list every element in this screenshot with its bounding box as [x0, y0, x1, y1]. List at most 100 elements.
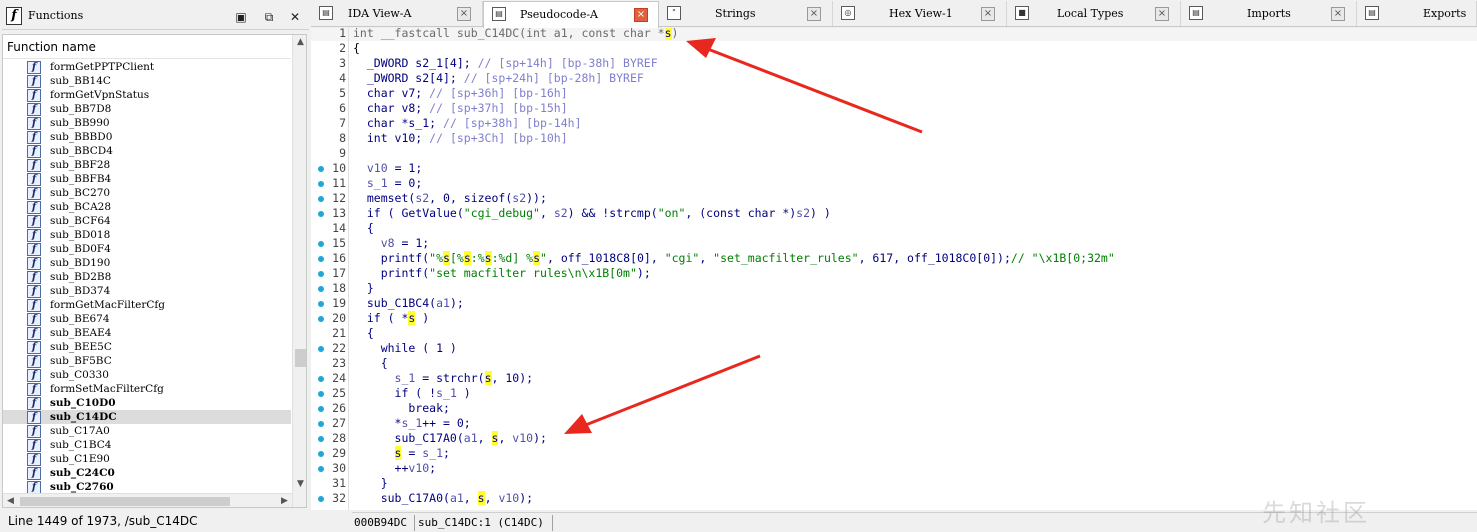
- horizontal-scroll-thumb[interactable]: [20, 497, 230, 506]
- tab-close-icon[interactable]: ×: [1155, 7, 1169, 21]
- restore-icon[interactable]: ⧉: [262, 10, 276, 24]
- breakpoint-dot-icon[interactable]: [318, 286, 324, 292]
- breakpoint-dot-icon[interactable]: [318, 196, 324, 202]
- tab-pseudocode-a[interactable]: ▤ Pseudocode-A ×: [483, 1, 659, 28]
- function-list-item[interactable]: f sub_BBCD4: [3, 144, 291, 158]
- breakpoint-dot-icon[interactable]: [318, 376, 324, 382]
- breakpoint-dot-icon[interactable]: [318, 436, 324, 442]
- function-list-item[interactable]: f sub_BD0F4: [3, 242, 291, 256]
- tab-ida-view-a[interactable]: ▤ IDA View-A ×: [311, 1, 483, 26]
- function-list-item[interactable]: f sub_C2760: [3, 480, 291, 494]
- function-list-item[interactable]: f sub_BD2B8: [3, 270, 291, 284]
- code-line[interactable]: 28 sub_C17A0(a1, s, v10);: [311, 431, 1477, 446]
- vertical-scrollbar[interactable]: ▲ ▼: [292, 35, 306, 507]
- scroll-down-icon[interactable]: ▼: [293, 477, 306, 492]
- breakpoint-dot-icon[interactable]: [318, 301, 324, 307]
- code-line[interactable]: 3 _DWORD s2_1[4]; // [sp+14h] [bp-38h] B…: [311, 56, 1477, 71]
- function-list-item[interactable]: f sub_BD190: [3, 256, 291, 270]
- code-line[interactable]: 27 *s_1++ = 0;: [311, 416, 1477, 431]
- code-line[interactable]: 15 v8 = 1;: [311, 236, 1477, 251]
- function-list-item[interactable]: f sub_C10D0: [3, 396, 291, 410]
- code-line[interactable]: 19 sub_C1BC4(a1);: [311, 296, 1477, 311]
- code-line[interactable]: 9: [311, 146, 1477, 161]
- pseudocode-view[interactable]: 1 int __fastcall sub_C14DC(int a1, const …: [311, 28, 1477, 510]
- function-list-item[interactable]: f sub_C24C0: [3, 466, 291, 480]
- function-list-item[interactable]: f sub_BCA28: [3, 200, 291, 214]
- tab-hex-view-1[interactable]: ◎ Hex View-1 ×: [833, 1, 1007, 26]
- tab-close-icon[interactable]: ×: [634, 8, 648, 22]
- breakpoint-dot-icon[interactable]: [318, 496, 324, 502]
- tab-strings[interactable]: " Strings ×: [659, 1, 833, 26]
- tab-close-icon[interactable]: ×: [457, 7, 471, 21]
- breakpoint-dot-icon[interactable]: [318, 271, 324, 277]
- code-line[interactable]: 7 char *s_1; // [sp+38h] [bp-14h]: [311, 116, 1477, 131]
- function-list-item[interactable]: f sub_BCF64: [3, 214, 291, 228]
- vertical-scroll-thumb[interactable]: [295, 349, 306, 367]
- breakpoint-dot-icon[interactable]: [318, 346, 324, 352]
- function-list-item[interactable]: f sub_C17A0: [3, 424, 291, 438]
- function-list-item[interactable]: f sub_BEAE4: [3, 326, 291, 340]
- code-line[interactable]: 16 printf("%s[%s:%s:%d] %s", off_1018C8[…: [311, 251, 1477, 266]
- tab-exports[interactable]: ▤ Exports: [1357, 1, 1477, 26]
- code-line[interactable]: 13 if ( GetValue("cgi_debug", s2) && !st…: [311, 206, 1477, 221]
- function-list-item[interactable]: f formGetVpnStatus: [3, 88, 291, 102]
- code-line[interactable]: 23 {: [311, 356, 1477, 371]
- scroll-right-icon[interactable]: ▶: [277, 494, 292, 507]
- function-list-item[interactable]: f sub_BEE5C: [3, 340, 291, 354]
- tab-local-types[interactable]: ■ Local Types ×: [1007, 1, 1181, 26]
- breakpoint-dot-icon[interactable]: [318, 256, 324, 262]
- breakpoint-dot-icon[interactable]: [318, 391, 324, 397]
- code-line[interactable]: 18 }: [311, 281, 1477, 296]
- breakpoint-dot-icon[interactable]: [318, 241, 324, 247]
- code-line[interactable]: 22 while ( 1 ): [311, 341, 1477, 356]
- function-list-item[interactable]: f sub_BB990: [3, 116, 291, 130]
- function-list-item[interactable]: f sub_BBF28: [3, 158, 291, 172]
- function-list-item[interactable]: f sub_BE674: [3, 312, 291, 326]
- function-list-item[interactable]: f sub_BD018: [3, 228, 291, 242]
- code-line[interactable]: 26 break;: [311, 401, 1477, 416]
- function-list-item[interactable]: f sub_BF5BC: [3, 354, 291, 368]
- horizontal-scrollbar[interactable]: ◀ ▶: [3, 493, 292, 507]
- code-line[interactable]: 14 {: [311, 221, 1477, 236]
- function-list-item[interactable]: f sub_C0330: [3, 368, 291, 382]
- code-line[interactable]: 31 }: [311, 476, 1477, 491]
- breakpoint-dot-icon[interactable]: [318, 421, 324, 427]
- code-line[interactable]: 20 if ( *s ): [311, 311, 1477, 326]
- function-list-item[interactable]: f formGetPPTPClient: [3, 60, 291, 74]
- code-line[interactable]: 29 s = s_1;: [311, 446, 1477, 461]
- function-list-item[interactable]: f sub_BB7D8: [3, 102, 291, 116]
- code-line[interactable]: 2{: [311, 41, 1477, 56]
- breakpoint-dot-icon[interactable]: [318, 166, 324, 172]
- minimize-icon[interactable]: ▣: [234, 10, 248, 24]
- code-line[interactable]: 17 printf("set macfilter rules\n\x1B[0m"…: [311, 266, 1477, 281]
- function-list-item[interactable]: f formSetMacFilterCfg: [3, 382, 291, 396]
- code-line[interactable]: 24 s_1 = strchr(s, 10);: [311, 371, 1477, 386]
- tab-close-icon[interactable]: ×: [807, 7, 821, 21]
- breakpoint-dot-icon[interactable]: [318, 316, 324, 322]
- code-line[interactable]: 6 char v8; // [sp+37h] [bp-15h]: [311, 101, 1477, 116]
- scroll-up-icon[interactable]: ▲: [293, 35, 306, 50]
- function-list-item[interactable]: f sub_C1BC4: [3, 438, 291, 452]
- function-list-item[interactable]: f sub_BB14C: [3, 74, 291, 88]
- code-line[interactable]: 8 int v10; // [sp+3Ch] [bp-10h]: [311, 131, 1477, 146]
- breakpoint-dot-icon[interactable]: [318, 406, 324, 412]
- breakpoint-dot-icon[interactable]: [318, 211, 324, 217]
- code-line[interactable]: 10 v10 = 1;: [311, 161, 1477, 176]
- code-line[interactable]: 4 _DWORD s2[4]; // [sp+24h] [bp-28h] BYR…: [311, 71, 1477, 86]
- function-list-item[interactable]: f sub_BC270: [3, 186, 291, 200]
- function-list-item[interactable]: f sub_C1E90: [3, 452, 291, 466]
- breakpoint-dot-icon[interactable]: [318, 181, 324, 187]
- column-header-function-name[interactable]: Function name: [3, 35, 291, 59]
- code-line[interactable]: 12 memset(s2, 0, sizeof(s2));: [311, 191, 1477, 206]
- code-line[interactable]: 1 int __fastcall sub_C14DC(int a1, const …: [311, 28, 1477, 41]
- code-line[interactable]: 11 s_1 = 0;: [311, 176, 1477, 191]
- function-list-item[interactable]: f sub_BBFB4: [3, 172, 291, 186]
- code-line[interactable]: 21 {: [311, 326, 1477, 341]
- tab-close-icon[interactable]: ×: [981, 7, 995, 21]
- close-icon[interactable]: ✕: [288, 10, 302, 24]
- breakpoint-dot-icon[interactable]: [318, 466, 324, 472]
- code-line[interactable]: 30 ++v10;: [311, 461, 1477, 476]
- function-list-item[interactable]: f formGetMacFilterCfg: [3, 298, 291, 312]
- function-list-item[interactable]: f sub_BBBD0: [3, 130, 291, 144]
- breakpoint-dot-icon[interactable]: [318, 451, 324, 457]
